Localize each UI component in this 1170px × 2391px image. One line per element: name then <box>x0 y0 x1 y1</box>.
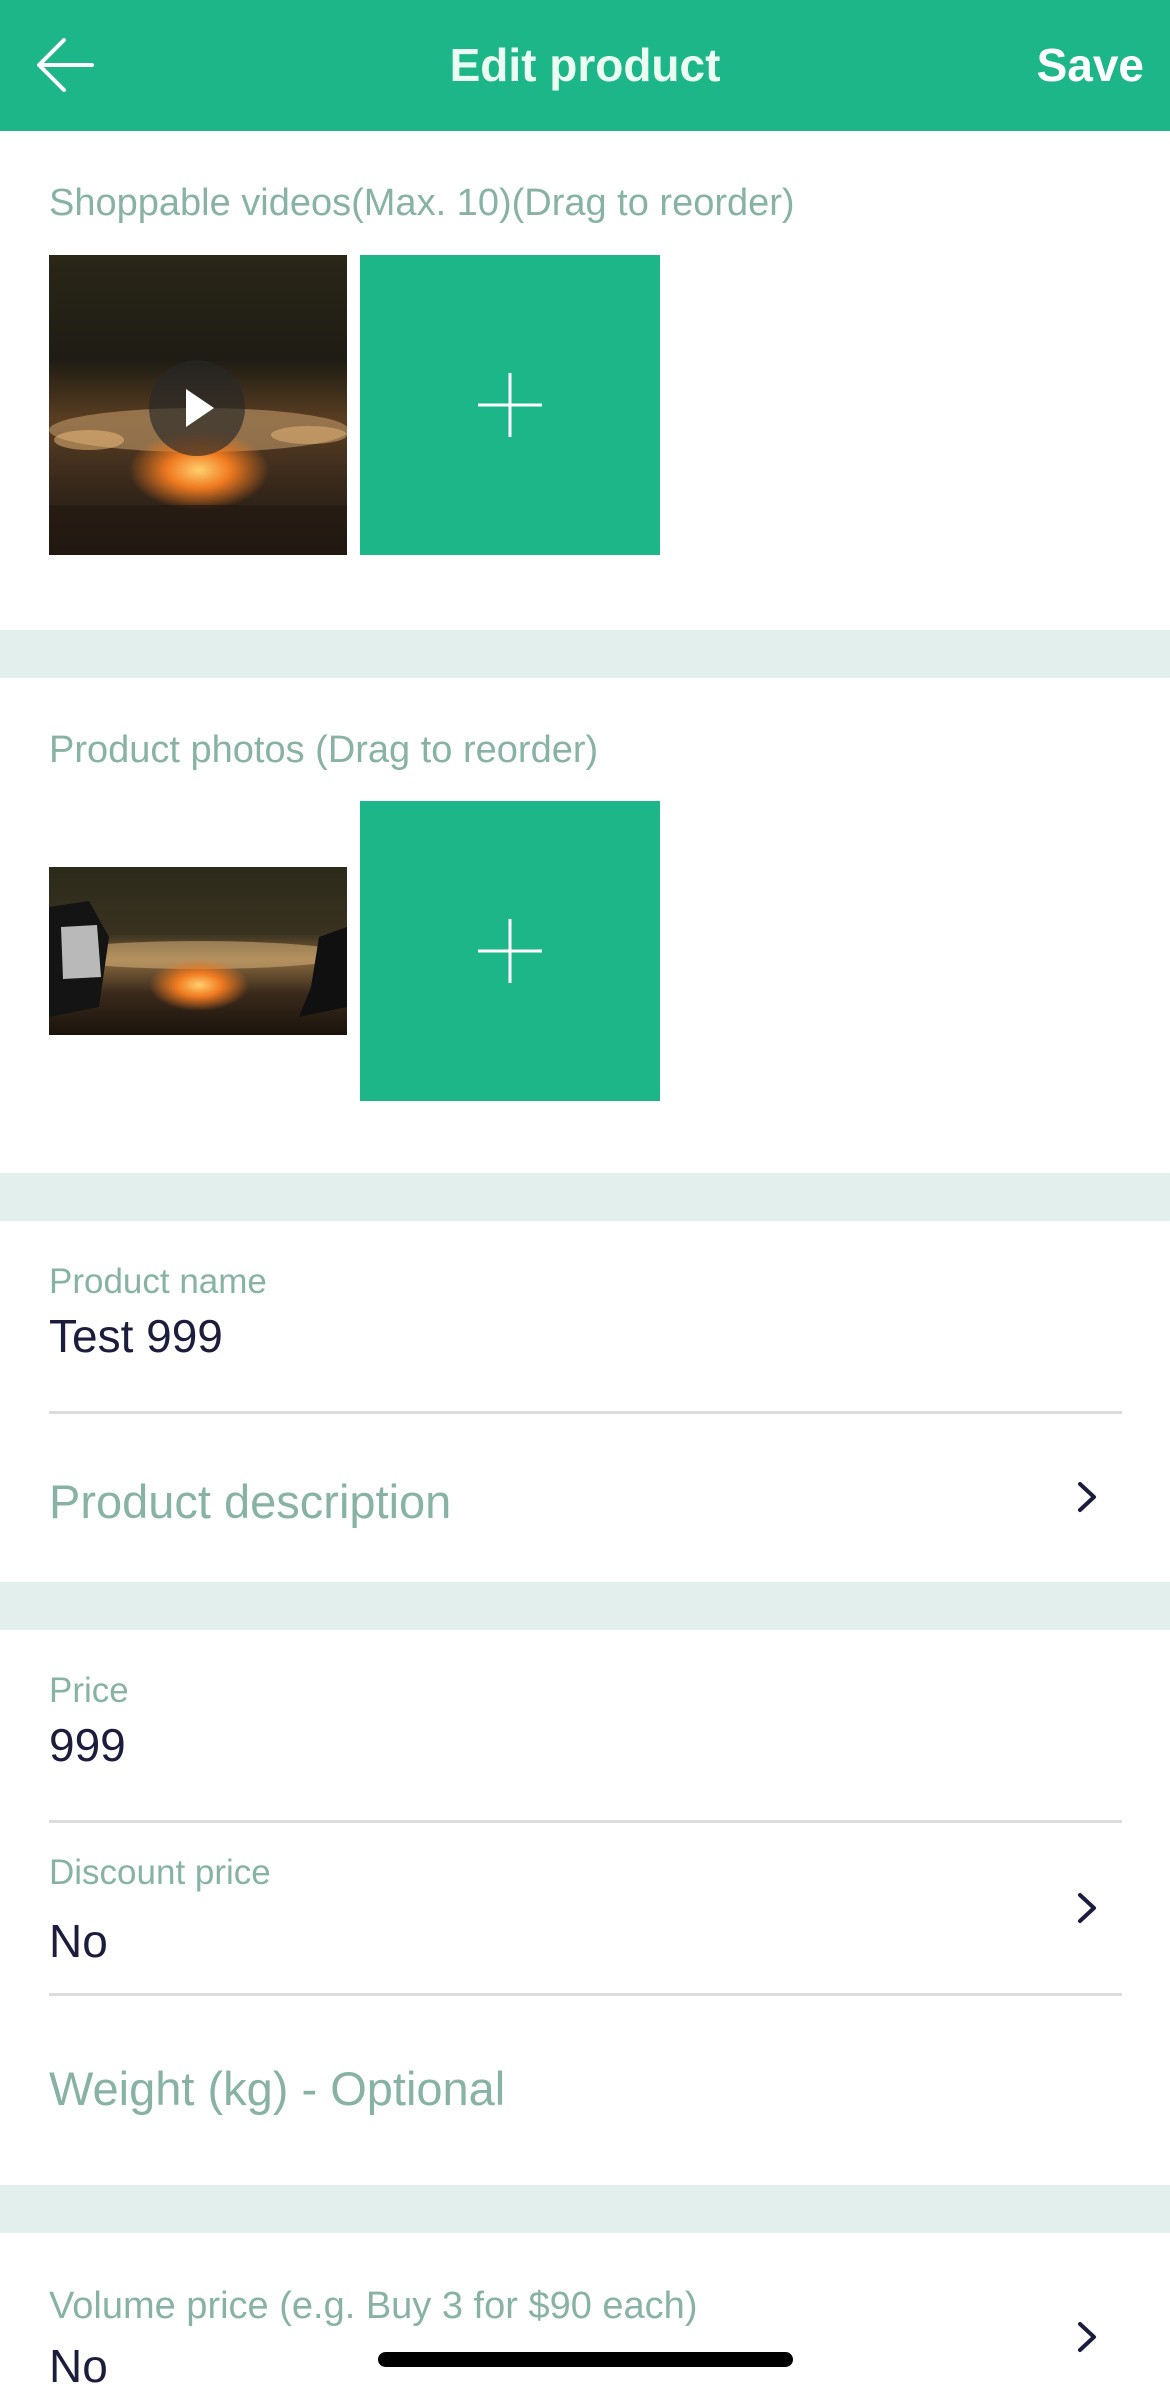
product-photo-thumbnail[interactable] <box>49 867 347 1035</box>
section-divider <box>0 630 1170 678</box>
volume-price-value: No <box>49 2340 108 2391</box>
arrow-left-icon <box>37 38 94 92</box>
plus-icon <box>478 373 542 437</box>
discount-price-row[interactable]: Discount price No <box>0 1823 1170 1993</box>
back-button[interactable] <box>30 30 100 100</box>
photos-section-label: Product photos (Drag to reorder) <box>49 729 599 771</box>
videos-section-label: Shoppable videos(Max. 10)(Drag to reorde… <box>49 182 795 224</box>
discount-price-value: No <box>49 1915 108 1967</box>
product-name-field[interactable]: Test 999 <box>49 1309 223 1363</box>
section-divider <box>0 1582 1170 1630</box>
product-name-label: Product name <box>49 1262 267 1301</box>
chevron-right-icon <box>1078 1482 1096 1512</box>
price-field[interactable]: 999 <box>49 1718 126 1772</box>
top-bar: Edit product Save <box>0 0 1170 131</box>
chevron-right-icon <box>1078 1893 1096 1923</box>
add-photo-button[interactable] <box>360 801 660 1101</box>
section-divider <box>0 1173 1170 1221</box>
field-divider <box>49 1993 1122 1996</box>
video-thumbnail[interactable] <box>49 255 347 555</box>
page-title: Edit product <box>449 39 721 91</box>
home-indicator <box>378 2352 793 2367</box>
product-description-placeholder: Product description <box>49 1475 452 1528</box>
product-description-row[interactable]: Product description <box>0 1414 1170 1580</box>
discount-price-label: Discount price <box>49 1853 271 1892</box>
section-divider <box>0 2185 1170 2233</box>
volume-price-row[interactable]: Volume price (e.g. Buy 3 for $90 each) N… <box>0 2233 1170 2391</box>
save-button[interactable]: Save <box>1037 0 1144 131</box>
add-video-button[interactable] <box>360 255 660 555</box>
play-icon <box>186 389 214 427</box>
price-label: Price <box>49 1671 129 1710</box>
chevron-right-icon <box>1078 2322 1096 2352</box>
volume-price-label: Volume price (e.g. Buy 3 for $90 each) <box>49 2285 698 2327</box>
weight-field[interactable]: Weight (kg) - Optional <box>49 2061 505 2116</box>
plus-icon <box>478 919 542 983</box>
play-button[interactable] <box>149 360 245 456</box>
